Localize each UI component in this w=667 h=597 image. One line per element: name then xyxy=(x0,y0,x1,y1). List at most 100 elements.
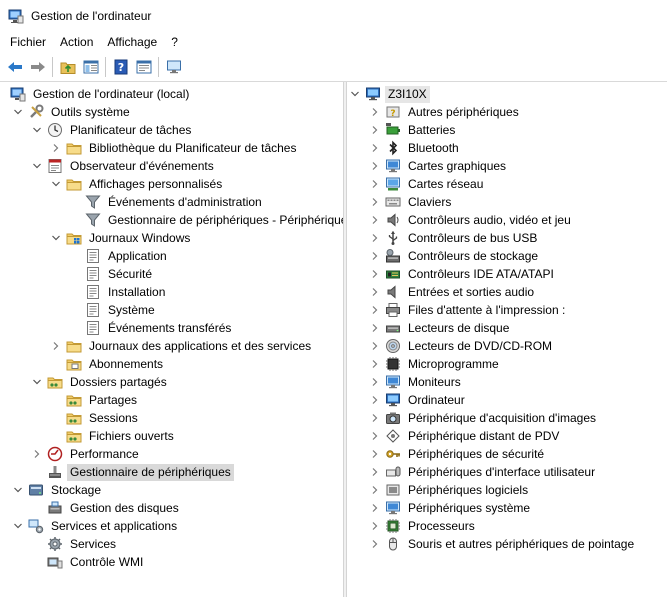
device-category-batteries[interactable]: Batteries xyxy=(369,121,458,139)
tree-item-installation[interactable]: Installation xyxy=(69,283,168,301)
chevron-right-icon[interactable] xyxy=(369,427,381,445)
chevron-right-icon[interactable] xyxy=(369,391,381,409)
tree-item-services[interactable]: Services xyxy=(31,535,119,553)
chevron-right-icon[interactable] xyxy=(369,535,381,553)
chevron-right-icon[interactable] xyxy=(369,463,381,481)
device-category-cartes-graphiques[interactable]: Cartes graphiques xyxy=(369,157,509,175)
tree-item-gestion-des-disques[interactable]: Gestion des disques xyxy=(31,499,182,517)
tree-item-journaux-des-applications-et-des-services[interactable]: Journaux des applications et des service… xyxy=(50,337,314,355)
device-category-souris-et-autres-peripheriques-de-pointage[interactable]: Souris et autres périphériques de pointa… xyxy=(369,535,637,553)
tree-item-gestion-de-l-ordinateur-local[interactable]: Gestion de l'ordinateur (local) xyxy=(6,85,192,103)
device-category-peripheriques-de-securite[interactable]: Périphériques de sécurité xyxy=(369,445,547,463)
chevron-right-icon[interactable] xyxy=(369,319,381,337)
up-folder-button[interactable] xyxy=(56,56,79,78)
menu-fichier[interactable]: Fichier xyxy=(0,31,53,53)
tree-item-application[interactable]: Application xyxy=(69,247,170,265)
tree-item-systeme[interactable]: Système xyxy=(69,301,158,319)
device-category-lecteurs-de-disque[interactable]: Lecteurs de disque xyxy=(369,319,512,337)
device-category-peripherique-d-acquisition-d-images[interactable]: Périphérique d'acquisition d'images xyxy=(369,409,599,427)
tree-item-evenements-transferes[interactable]: Événements transférés xyxy=(69,319,234,337)
tree-item-planificateur-de-taches[interactable]: Planificateur de tâches xyxy=(31,121,194,139)
tree-item-partages[interactable]: Partages xyxy=(50,391,140,409)
device-tree-pane[interactable]: Z3I10X? Autres périphériques Batteries Blue… xyxy=(347,82,667,597)
device-category-microprogramme[interactable]: Microprogramme xyxy=(369,355,502,373)
chevron-right-icon[interactable] xyxy=(369,517,381,535)
chevron-right-icon[interactable] xyxy=(31,445,43,463)
menu-help[interactable]: ? xyxy=(164,31,185,53)
device-category-peripheriques-systeme[interactable]: Périphériques système xyxy=(369,499,533,517)
chevron-right-icon[interactable] xyxy=(369,175,381,193)
chevron-right-icon[interactable] xyxy=(369,337,381,355)
chevron-right-icon[interactable] xyxy=(369,139,381,157)
chevron-right-icon[interactable] xyxy=(369,103,381,121)
device-category-lecteurs-de-dvd-cd-rom[interactable]: Lecteurs de DVD/CD-ROM xyxy=(369,337,555,355)
device-category-cartes-reseau[interactable]: Cartes réseau xyxy=(369,175,486,193)
chevron-down-icon[interactable] xyxy=(31,121,43,139)
tree-item-sessions[interactable]: Sessions xyxy=(50,409,141,427)
tree-item-securite[interactable]: Sécurité xyxy=(69,265,155,283)
tree-item-dossiers-partages[interactable]: Dossiers partagés xyxy=(31,373,170,391)
menu-affichage[interactable]: Affichage xyxy=(100,31,164,53)
tree-item-stockage[interactable]: Stockage xyxy=(12,481,104,499)
tree-item-controle-wmi[interactable]: Contrôle WMI xyxy=(31,553,146,571)
chevron-down-icon[interactable] xyxy=(31,373,43,391)
tree-item-performance[interactable]: Performance xyxy=(31,445,142,463)
chevron-right-icon[interactable] xyxy=(50,139,62,157)
chevron-down-icon[interactable] xyxy=(12,517,24,535)
device-category-entrees-et-sorties-audio[interactable]: Entrées et sorties audio xyxy=(369,283,537,301)
device-category-peripherique-distant-de-pdv[interactable]: Périphérique distant de PDV xyxy=(369,427,562,445)
tree-item-observateur-d-evenements[interactable]: Observateur d'événements xyxy=(31,157,217,175)
menu-action[interactable]: Action xyxy=(53,31,100,53)
device-category-autres-peripheriques[interactable]: ? Autres périphériques xyxy=(369,103,522,121)
chevron-down-icon[interactable] xyxy=(31,157,43,175)
properties-button[interactable] xyxy=(132,56,155,78)
chevron-right-icon[interactable] xyxy=(369,247,381,265)
tree-item-evenements-d-administration[interactable]: Événements d'administration xyxy=(69,193,265,211)
device-category-bluetooth[interactable]: Bluetooth xyxy=(369,139,462,157)
chevron-right-icon[interactable] xyxy=(369,373,381,391)
chevron-down-icon[interactable] xyxy=(12,481,24,499)
monitor-button[interactable] xyxy=(162,56,185,78)
chevron-right-icon[interactable] xyxy=(369,229,381,247)
chevron-right-icon[interactable] xyxy=(369,283,381,301)
show-hide-tree-button[interactable] xyxy=(79,56,102,78)
tree-item-services-et-applications[interactable]: Services et applications xyxy=(12,517,180,535)
device-category-peripheriques-logiciels[interactable]: Périphériques logiciels xyxy=(369,481,531,499)
chevron-right-icon[interactable] xyxy=(369,265,381,283)
device-category-ordinateur[interactable]: Ordinateur xyxy=(369,391,468,409)
device-category-controleurs-de-bus-usb[interactable]: Contrôleurs de bus USB xyxy=(369,229,540,247)
help-button[interactable]: ? xyxy=(109,56,132,78)
chevron-right-icon[interactable] xyxy=(369,445,381,463)
chevron-right-icon[interactable] xyxy=(369,409,381,427)
tree-item-affichages-personnalises[interactable]: Affichages personnalisés xyxy=(50,175,225,193)
chevron-down-icon[interactable] xyxy=(12,103,24,121)
device-category-controleurs-ide-ata-atapi[interactable]: Contrôleurs IDE ATA/ATAPI xyxy=(369,265,557,283)
device-category-files-d-attente-a-l-impression[interactable]: Files d'attente à l'impression : xyxy=(369,301,568,319)
chevron-down-icon[interactable] xyxy=(50,175,62,193)
tree-item-gestionnaire-de-peripheriques[interactable]: Gestionnaire de périphériques xyxy=(31,463,234,481)
chevron-right-icon[interactable] xyxy=(369,355,381,373)
chevron-right-icon[interactable] xyxy=(369,121,381,139)
chevron-right-icon[interactable] xyxy=(369,301,381,319)
chevron-right-icon[interactable] xyxy=(369,157,381,175)
device-category-controleurs-audio-video-et-jeu[interactable]: Contrôleurs audio, vidéo et jeu xyxy=(369,211,574,229)
tree-item-outils-systeme[interactable]: Outils système xyxy=(12,103,133,121)
chevron-right-icon[interactable] xyxy=(369,499,381,517)
chevron-down-icon[interactable] xyxy=(50,229,62,247)
device-category-peripheriques-d-interface-utilisateur[interactable]: Périphériques d'interface utilisateur xyxy=(369,463,598,481)
device-tree-root[interactable]: Z3I10X xyxy=(349,85,430,103)
back-button[interactable] xyxy=(3,56,26,78)
device-category-processeurs[interactable]: Processeurs xyxy=(369,517,478,535)
chevron-right-icon[interactable] xyxy=(369,211,381,229)
tree-item-abonnements[interactable]: Abonnements xyxy=(50,355,166,373)
chevron-right-icon[interactable] xyxy=(50,337,62,355)
forward-button[interactable] xyxy=(26,56,49,78)
device-category-claviers[interactable]: Claviers xyxy=(369,193,454,211)
console-tree-pane[interactable]: Gestion de l'ordinateur (local) Outils sy… xyxy=(0,82,343,597)
tree-item-gestionnaire-de-peripheriques-peripherique[interactable]: Gestionnaire de périphériques - Périphér… xyxy=(69,211,343,229)
tree-item-journaux-windows[interactable]: Journaux Windows xyxy=(50,229,193,247)
device-category-controleurs-de-stockage[interactable]: Contrôleurs de stockage xyxy=(369,247,541,265)
tree-item-bibliotheque-du-planificateur-de-taches[interactable]: Bibliothèque du Planificateur de tâches xyxy=(50,139,299,157)
chevron-down-icon[interactable] xyxy=(349,85,361,103)
chevron-right-icon[interactable] xyxy=(369,481,381,499)
